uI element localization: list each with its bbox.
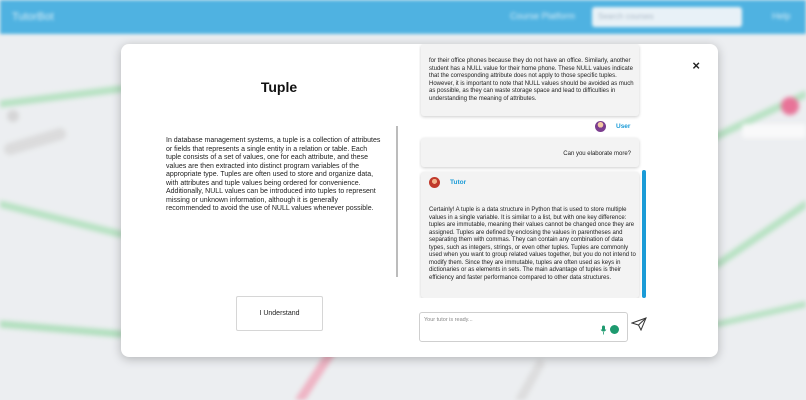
message-text: for their office phones because they do … [429, 58, 634, 102]
tutor-role-label: Tutor [450, 179, 467, 186]
chat-input-box [419, 312, 628, 342]
tutor-header: Tutor [429, 177, 466, 188]
concept-description: In database management systems, a tuple … [166, 137, 381, 212]
chat-panel[interactable]: for their office phones because they do … [419, 44, 646, 298]
definition-pane: Tuple In database management systems, a … [121, 44, 421, 357]
microphone-icon[interactable] [600, 325, 607, 335]
user-avatar [595, 120, 606, 132]
chat-input[interactable] [424, 315, 592, 325]
message-text: Can you elaborate more? [563, 151, 631, 157]
understand-button[interactable]: I Understand [236, 296, 323, 331]
user-message: Can you elaborate more? [421, 138, 639, 167]
concept-title: Tuple [260, 79, 298, 95]
assist-icon[interactable] [610, 325, 619, 334]
pane-divider [396, 126, 398, 277]
chat-scrollbar[interactable] [642, 170, 646, 298]
close-button[interactable]: × [692, 59, 700, 72]
tutor-message: Tutor Certainly! A tuple is a data struc… [421, 172, 639, 298]
user-role-label: User [616, 122, 631, 130]
tutor-avatar [429, 177, 440, 188]
message-text: Certainly! A tuple is a data structure i… [429, 207, 636, 281]
concept-modal: × Tuple In database management systems, … [121, 44, 718, 357]
send-icon[interactable] [631, 317, 647, 331]
user-header: User [595, 119, 630, 133]
tutor-message: for their office phones because they do … [421, 44, 639, 116]
